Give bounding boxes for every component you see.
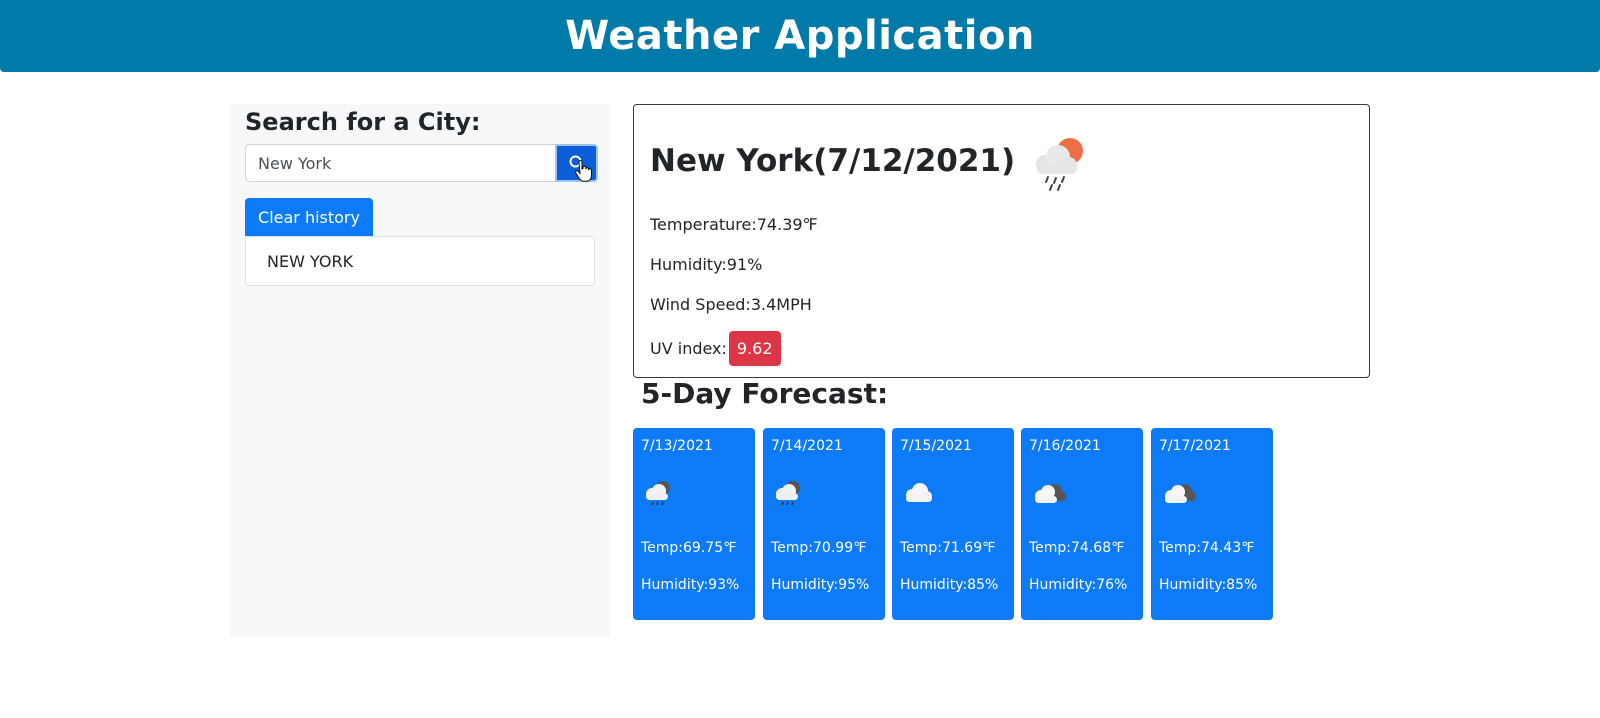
rain-cloud-icon xyxy=(646,481,670,506)
search-sidebar: Search for a City: Clear history NEW YOR… xyxy=(230,104,610,637)
forecast-card: 7/16/2021 Temp:74.68℉ Humidity:76% xyxy=(1021,428,1143,620)
forecast-temp: Temp:74.43℉ xyxy=(1159,540,1255,556)
uv-index-row: UV index: 9.62 xyxy=(650,331,781,366)
city-search-input[interactable] xyxy=(245,144,555,182)
uv-index-label: UV index: xyxy=(650,339,727,358)
forecast-humidity: Humidity:93% xyxy=(641,577,740,593)
forecast-date: 7/15/2021 xyxy=(900,438,972,454)
hand-cursor-icon xyxy=(575,160,592,182)
forecast-card: 7/17/2021 Temp:74.43℉ Humidity:85% xyxy=(1151,428,1273,620)
current-city-title: New York(7/12/2021) xyxy=(650,143,1016,179)
current-humidity: Humidity:91% xyxy=(650,255,763,274)
forecast-date: 7/13/2021 xyxy=(641,438,713,454)
history-item[interactable]: NEW YORK xyxy=(245,236,595,286)
current-weather-card: New York(7/12/2021) Temperature:74.39℉ H… xyxy=(633,104,1370,378)
forecast-card: 7/14/2021 Temp:70.99℉ Humidity:95% xyxy=(763,428,885,620)
forecast-temp: Temp:70.99℉ xyxy=(771,540,867,556)
rain-cloud-icon xyxy=(776,481,800,506)
forecast-date: 7/14/2021 xyxy=(771,438,843,454)
clear-history-button[interactable]: Clear history xyxy=(245,198,373,236)
forecast-humidity: Humidity:85% xyxy=(1159,577,1258,593)
broken-clouds-icon xyxy=(1035,484,1066,503)
search-button[interactable] xyxy=(555,144,598,182)
broken-clouds-icon xyxy=(1165,484,1196,503)
forecast-temp: Temp:71.69℉ xyxy=(900,540,996,556)
current-temperature: Temperature:74.39℉ xyxy=(650,215,818,234)
forecast-humidity: Humidity:76% xyxy=(1029,577,1128,593)
cloud-icon xyxy=(906,483,932,502)
forecast-title: 5-Day Forecast: xyxy=(641,377,889,410)
forecast-card: 7/15/2021 Temp:71.69℉ Humidity:85% xyxy=(892,428,1014,620)
forecast-temp: Temp:74.68℉ xyxy=(1029,540,1125,556)
uv-index-badge: 9.62 xyxy=(728,331,781,366)
rain-sun-icon xyxy=(1036,138,1083,191)
search-heading: Search for a City: xyxy=(245,108,481,136)
forecast-humidity: Humidity:95% xyxy=(771,577,870,593)
forecast-date: 7/17/2021 xyxy=(1159,438,1231,454)
forecast-humidity: Humidity:85% xyxy=(900,577,999,593)
forecast-temp: Temp:69.75℉ xyxy=(641,540,737,556)
current-wind-speed: Wind Speed:3.4MPH xyxy=(650,295,812,314)
app-title: Weather Application xyxy=(565,13,1035,59)
forecast-date: 7/16/2021 xyxy=(1029,438,1101,454)
app-header: Weather Application xyxy=(0,0,1600,72)
forecast-card: 7/13/2021 Temp:69.75℉ Humidity:93% xyxy=(633,428,755,620)
search-history-list: NEW YORK xyxy=(245,236,595,286)
